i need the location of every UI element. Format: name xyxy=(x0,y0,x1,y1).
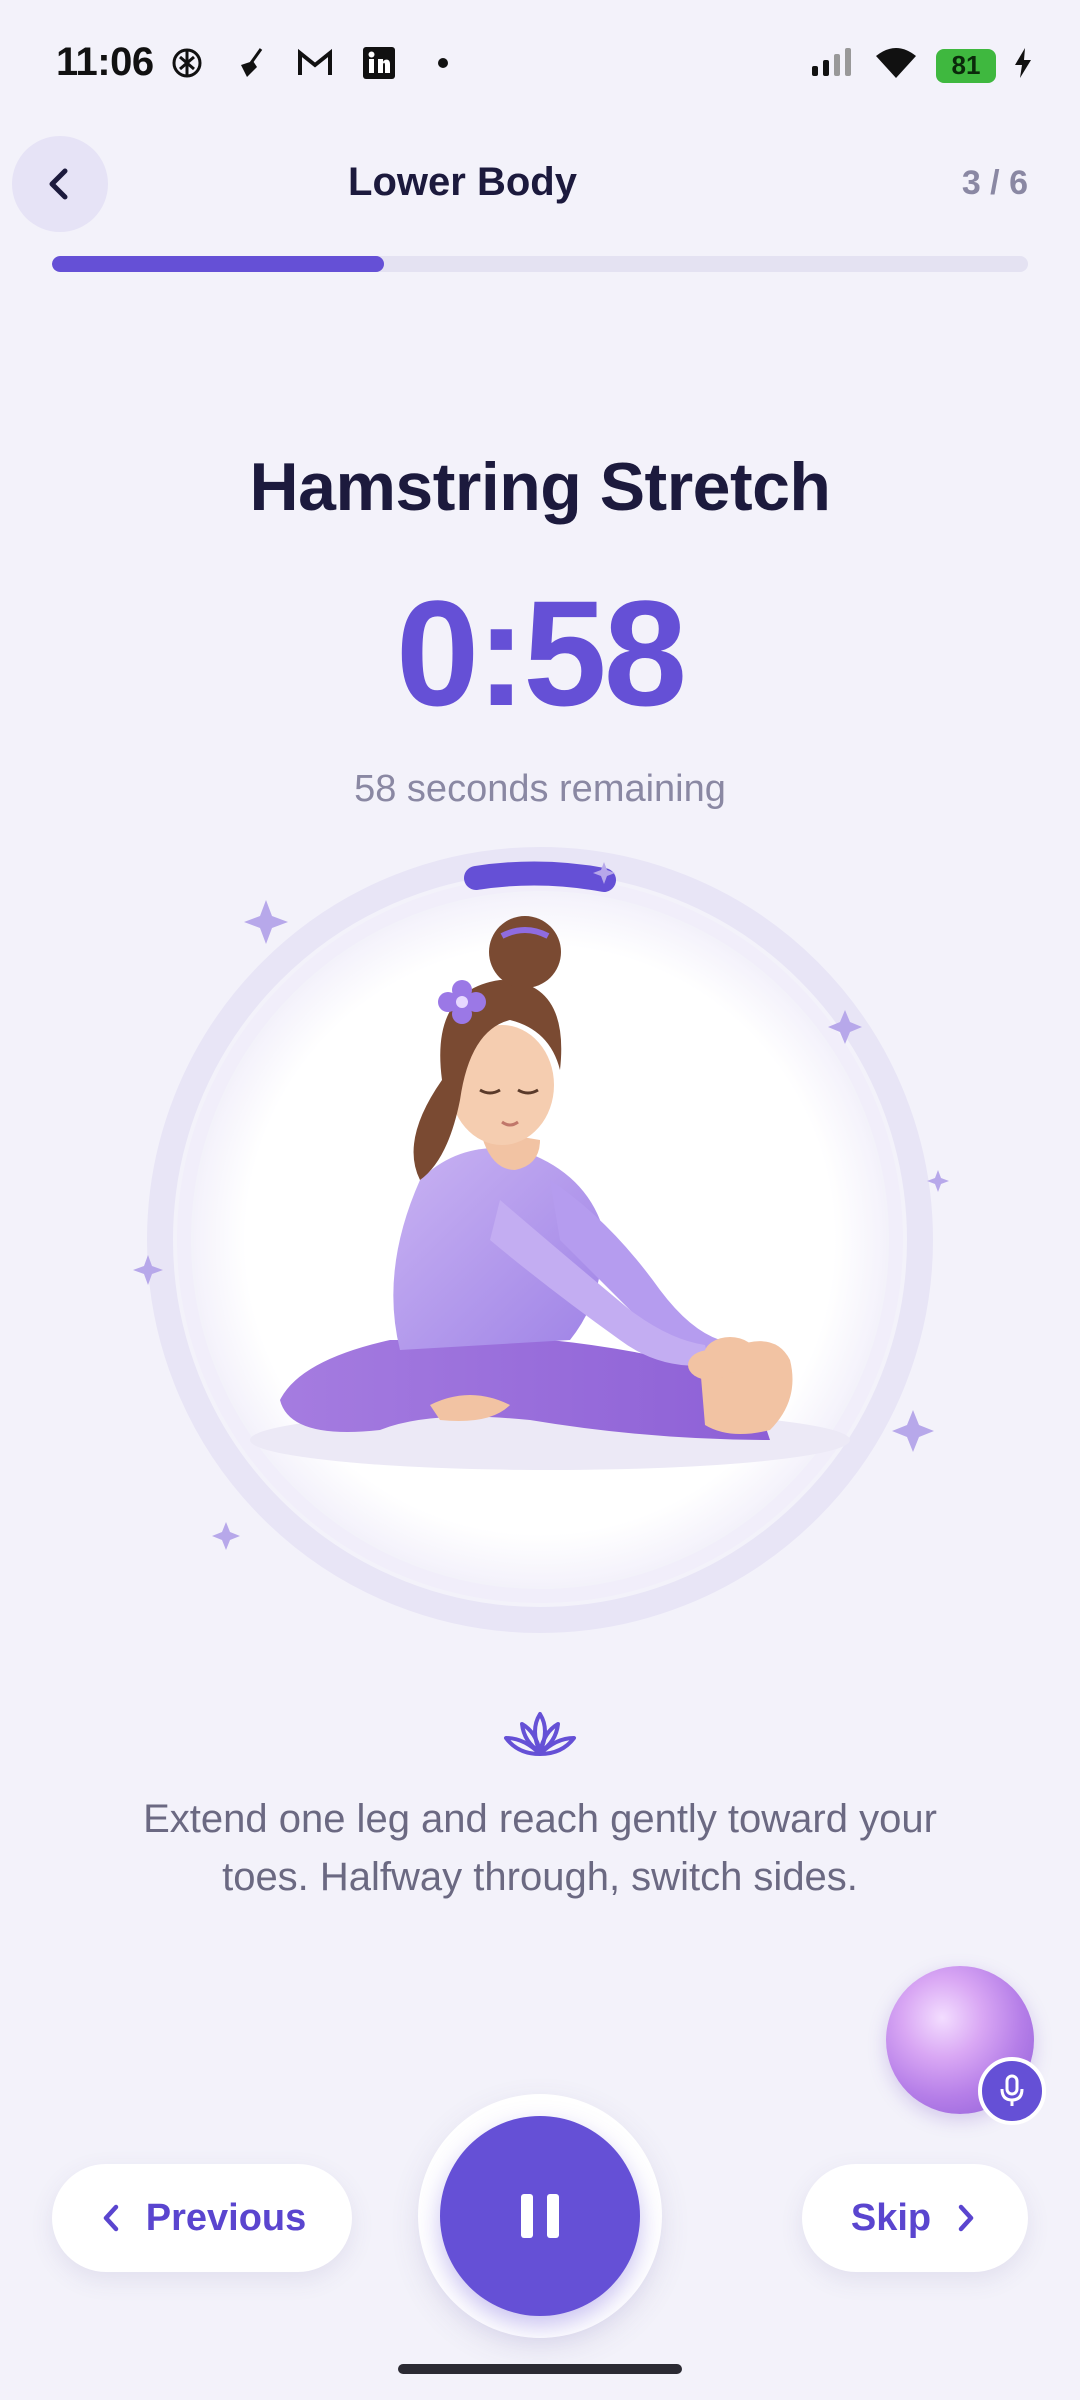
pause-button[interactable] xyxy=(440,2116,640,2316)
broom-icon xyxy=(232,44,270,82)
workout-progress-bar xyxy=(52,256,1028,272)
chatgpt-icon xyxy=(168,44,206,82)
exercise-title: Hamstring Stretch xyxy=(249,449,831,525)
step-counter: 3 / 6 xyxy=(961,164,1028,202)
system-icons: 81 xyxy=(810,46,1032,85)
chevron-left-icon xyxy=(103,2204,118,2232)
timer-progress-arc xyxy=(464,861,616,892)
home-indicator[interactable] xyxy=(398,2364,682,2374)
status-time: 11:06 xyxy=(56,40,154,84)
skip-button[interactable]: Skip xyxy=(802,2164,1028,2272)
exercise-instruction: Extend one leg and reach gently toward y… xyxy=(143,1797,937,1899)
charging-icon xyxy=(1014,48,1032,83)
notification-icons xyxy=(168,44,462,82)
pause-icon xyxy=(521,2194,559,2238)
mic-button[interactable] xyxy=(978,2057,1046,2125)
dot-icon xyxy=(424,44,462,82)
countdown-timer: 0:58 xyxy=(395,569,687,737)
chevron-right-icon xyxy=(958,2204,974,2232)
page-title: Lower Body xyxy=(348,160,577,204)
battery-icon: 81 xyxy=(936,48,996,83)
time-remaining-text: 58 seconds remaining xyxy=(354,768,726,810)
workout-screen: 11:06 81 Lower Body 3 / 6 Hamstring Stre… xyxy=(0,0,1080,2400)
linkedin-icon xyxy=(360,44,398,82)
status-bar: 11:06 81 xyxy=(0,0,1080,135)
previous-label: Previous xyxy=(145,2196,307,2239)
pause-button-container xyxy=(418,2094,662,2338)
gmail-icon xyxy=(296,44,334,82)
workout-progress-fill xyxy=(52,256,384,272)
wifi-icon xyxy=(874,46,918,85)
skip-label: Skip xyxy=(850,2196,932,2239)
exercise-illustration-ring xyxy=(130,840,950,1640)
stretch-illustration xyxy=(133,847,949,1633)
mic-icon xyxy=(1000,2074,1024,2106)
signal-icon xyxy=(810,48,856,83)
previous-button[interactable]: Previous xyxy=(52,2164,352,2272)
lotus-icon xyxy=(504,1712,576,1756)
